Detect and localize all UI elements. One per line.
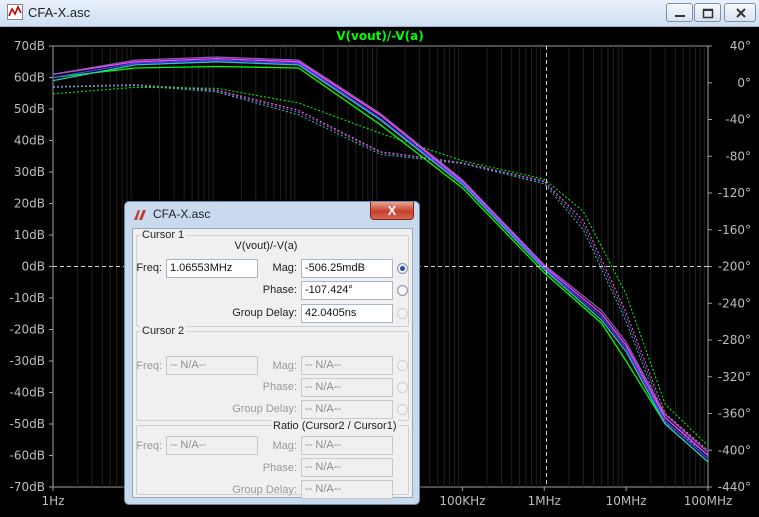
waveform-app-icon [7,4,23,20]
y-tick-label-right: -200° [718,260,751,274]
restore-button[interactable] [694,3,721,22]
ratio-phase-label: Phase: [262,462,297,474]
x-tick-label: 10MHz [606,494,647,508]
y-tick-label-left: -60dB [10,449,45,463]
cursor1-mag-radio[interactable] [397,263,408,274]
y-tick-label-right: -240° [718,296,751,310]
ratio-mag-field: -- N/A-- [301,436,393,455]
x-tick-label: 100MHz [684,494,733,508]
y-tick-label-right: 40° [730,39,751,53]
y-tick-label-right: -360° [718,407,751,421]
cursor2-mag-field: -- N/A-- [301,356,393,375]
y-tick-label-left: 40dB [14,134,45,148]
y-tick-label-right: -320° [718,370,751,384]
ratio-group-label: Ratio (Cursor2 / Cursor1) [271,420,399,432]
cursor2-phase-label: Phase: [262,381,297,393]
cursor1-group-delay-label: Group Delay: [232,307,297,319]
y-tick-label-left: 50dB [14,102,45,116]
y-tick-label-right: -400° [718,443,751,457]
cursor2-phase-field: -- N/A-- [301,378,393,397]
y-tick-label-left: -10dB [10,291,45,305]
y-tick-label-left: 60dB [14,71,45,85]
y-tick-label-left: 70dB [14,39,45,53]
dialog-close-button[interactable]: X [370,202,414,220]
restore-icon [702,8,714,19]
y-tick-label-left: -20dB [10,323,45,337]
dialog-title: CFA-X.asc [153,207,211,221]
x-tick-label: 100KHz [439,494,485,508]
ratio-freq-label: Freq: [136,440,162,452]
y-tick-label-left: -30dB [10,354,45,368]
window-title: CFA-X.asc [28,5,91,20]
cursor2-group-label: Cursor 2 [140,325,187,337]
app-window: CFA-X.asc 70dB 60dB 50dB 40dB 30dB 20dB 10dB 0d… [0,0,759,517]
dialog-body: Cursor 1 V(vout)/-V(a) Freq: 1.06553MHz … [132,228,413,499]
y-axis-right-labels: 40° 0° -40° -80° -120° -160° -200° -240° -280° -3… [718,39,751,494]
trace-label[interactable]: V(vout)/-V(a) [336,29,423,43]
minimize-icon [675,15,685,17]
y-tick-label-left: 20dB [14,197,45,211]
x-tick-label: 1MHz [528,494,561,508]
cursor1-mag-field[interactable]: -506.25mdB [301,259,393,278]
cursor1-freq-label: Freq: [136,262,162,274]
cursor1-mag-label: Mag: [272,262,297,274]
cursor2-group-delay-radio [397,404,408,415]
cursor-dialog[interactable]: CFA-X.asc X Cursor 1 V(vout)/-V(a) Freq:… [124,201,420,505]
close-icon [736,8,746,18]
y-tick-label-left: -50dB [10,417,45,431]
ratio-group-delay-field: -- N/A-- [301,480,393,499]
cursor1-expression: V(vout)/-V(a) [234,240,298,252]
y-tick-label-right: -440° [718,480,751,494]
cursor2-group-delay-field: -- N/A-- [301,400,393,419]
y-tick-label-left: 0dB [22,260,45,274]
cursor1-phase-radio[interactable] [397,285,408,296]
cursor2-freq-field: -- N/A-- [166,356,258,375]
y-tick-label-right: -120° [718,186,751,200]
cursor1-group-delay-field[interactable]: 42.0405ns [301,304,393,323]
cursor1-phase-label: Phase: [262,284,297,296]
y-tick-label-right: 0° [737,76,751,90]
ratio-mag-label: Mag: [272,440,297,452]
minimize-button[interactable] [666,3,693,22]
ltspice-logo-icon [134,210,146,220]
y-tick-label-left: -40dB [10,386,45,400]
y-tick-label-left: 10dB [14,228,45,242]
close-window-button[interactable] [724,3,756,22]
cursor2-mag-radio [397,360,408,371]
y-tick-label-right: -40° [725,113,751,127]
ratio-phase-field: -- N/A-- [301,458,393,477]
y-tick-label-right: -280° [718,333,751,347]
y-tick-label-right: -160° [718,223,751,237]
cursor1-phase-field[interactable]: -107.424° [301,281,393,300]
cursor2-mag-label: Mag: [272,360,297,372]
cursor2-freq-label: Freq: [136,360,162,372]
ratio-group-delay-label: Group Delay: [232,484,297,496]
ratio-freq-field: -- N/A-- [166,436,258,455]
title-bar[interactable]: CFA-X.asc [0,0,759,27]
cursor2-phase-radio [397,382,408,393]
y-tick-label-right: -80° [725,149,751,163]
y-tick-label-left: 30dB [14,165,45,179]
y-axis-left-labels: 70dB 60dB 50dB 40dB 30dB 20dB 10dB 0dB -10dB -20d… [10,39,45,494]
dialog-close-icon: X [387,203,397,218]
x-tick-label: 1Hz [42,494,65,508]
cursor1-group-delay-radio[interactable] [397,308,408,319]
y-tick-label-left: -70dB [10,480,45,494]
cursor2-group-delay-label: Group Delay: [232,403,297,415]
cursor1-freq-field[interactable]: 1.06553MHz [166,259,258,278]
